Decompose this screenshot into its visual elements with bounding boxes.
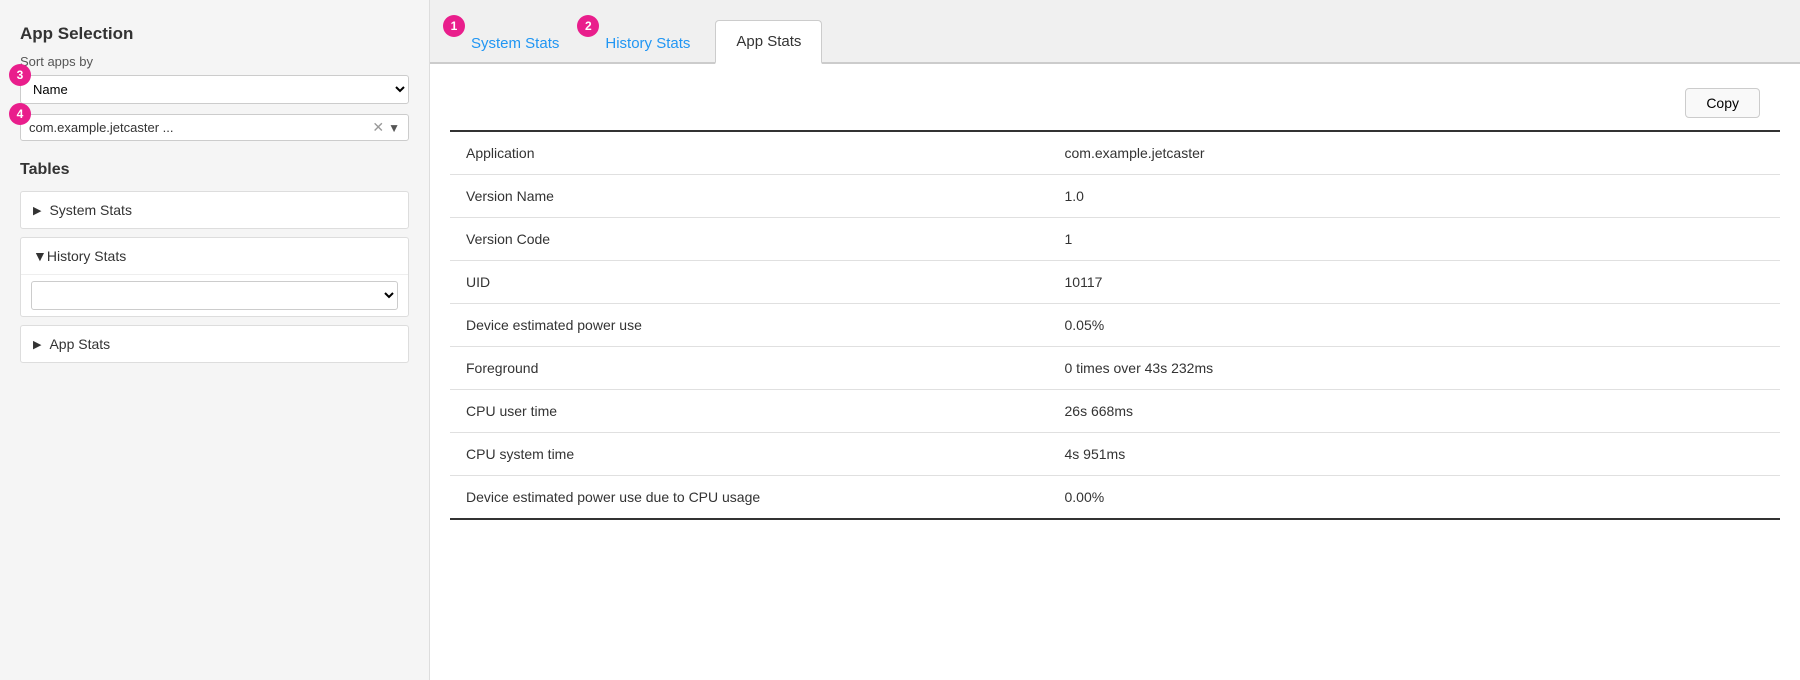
app-stats-arrow-icon: ▶ xyxy=(33,338,41,351)
stat-key: Foreground xyxy=(450,347,1049,390)
content-area: Copy Application com.example.jetcaster V… xyxy=(430,64,1800,680)
tables-title: Tables xyxy=(20,161,409,179)
table-item-app-stats[interactable]: ▶ App Stats xyxy=(20,325,409,363)
copy-bar: Copy xyxy=(450,80,1780,132)
copy-button[interactable]: Copy xyxy=(1685,88,1760,118)
stat-value: 4s 951ms xyxy=(1049,433,1781,476)
table-row: Device estimated power use due to CPU us… xyxy=(450,476,1780,520)
table-row: Device estimated power use 0.05% xyxy=(450,304,1780,347)
stat-value: 10117 xyxy=(1049,261,1781,304)
tab-app-stats[interactable]: App Stats xyxy=(715,20,822,64)
tab-history-stats[interactable]: 2 History Stats xyxy=(584,22,711,64)
table-item-system-stats[interactable]: ▶ System Stats xyxy=(20,191,409,229)
stat-value: 26s 668ms xyxy=(1049,390,1781,433)
stat-key: Version Code xyxy=(450,218,1049,261)
stat-value: com.example.jetcaster xyxy=(1049,132,1781,175)
table-row: CPU system time 4s 951ms xyxy=(450,433,1780,476)
stat-key: Device estimated power use due to CPU us… xyxy=(450,476,1049,520)
sidebar-title: App Selection xyxy=(20,24,409,44)
stat-value: 1 xyxy=(1049,218,1781,261)
tab-history-stats-label: History Stats xyxy=(605,35,690,52)
table-row: Version Code 1 xyxy=(450,218,1780,261)
table-row: CPU user time 26s 668ms xyxy=(450,390,1780,433)
table-item-history-stats: ▼ History Stats xyxy=(20,237,409,317)
tab-app-stats-label: App Stats xyxy=(736,33,801,50)
main-content: 1 System Stats 2 History Stats App Stats… xyxy=(430,0,1800,680)
history-dropdown-select[interactable] xyxy=(31,281,398,310)
stat-key: Application xyxy=(450,132,1049,175)
stat-key: UID xyxy=(450,261,1049,304)
table-row: Foreground 0 times over 43s 232ms xyxy=(450,347,1780,390)
stat-key: Device estimated power use xyxy=(450,304,1049,347)
stat-value: 0.05% xyxy=(1049,304,1781,347)
history-stats-header[interactable]: ▼ History Stats xyxy=(21,238,408,274)
stat-key: CPU system time xyxy=(450,433,1049,476)
app-selector[interactable]: com.example.jetcaster ... ✕ ▼ xyxy=(20,114,409,141)
sort-label: Sort apps by xyxy=(20,54,409,69)
stats-table: Application com.example.jetcaster Versio… xyxy=(450,132,1780,520)
history-stats-arrow-icon: ▼ xyxy=(33,248,47,264)
app-stats-label: App Stats xyxy=(49,336,110,352)
tab-system-stats[interactable]: 1 System Stats xyxy=(450,22,580,64)
stat-value: 0 times over 43s 232ms xyxy=(1049,347,1781,390)
app-selector-arrow-icon[interactable]: ▼ xyxy=(388,121,400,135)
tab-system-stats-label: System Stats xyxy=(471,35,559,52)
stat-value: 0.00% xyxy=(1049,476,1781,520)
sort-select[interactable]: Name Package UID xyxy=(20,75,409,104)
table-row: UID 10117 xyxy=(450,261,1780,304)
stat-key: CPU user time xyxy=(450,390,1049,433)
tabs-bar: 1 System Stats 2 History Stats App Stats xyxy=(430,0,1800,64)
stat-value: 1.0 xyxy=(1049,175,1781,218)
system-stats-label: System Stats xyxy=(49,202,131,218)
tab-badge-2: 2 xyxy=(577,15,599,37)
badge-3: 3 xyxy=(9,64,31,86)
app-selector-text: com.example.jetcaster ... xyxy=(29,120,372,135)
tab-badge-1: 1 xyxy=(443,15,465,37)
stat-key: Version Name xyxy=(450,175,1049,218)
sidebar: App Selection Sort apps by 3 Name Packag… xyxy=(0,0,430,680)
table-row: Application com.example.jetcaster xyxy=(450,132,1780,175)
history-stats-label: History Stats xyxy=(47,248,126,264)
badge-4: 4 xyxy=(9,103,31,125)
app-selector-clear-icon[interactable]: ✕ xyxy=(372,119,384,136)
table-row: Version Name 1.0 xyxy=(450,175,1780,218)
system-stats-arrow-icon: ▶ xyxy=(33,204,41,217)
history-stats-dropdown xyxy=(21,274,408,316)
